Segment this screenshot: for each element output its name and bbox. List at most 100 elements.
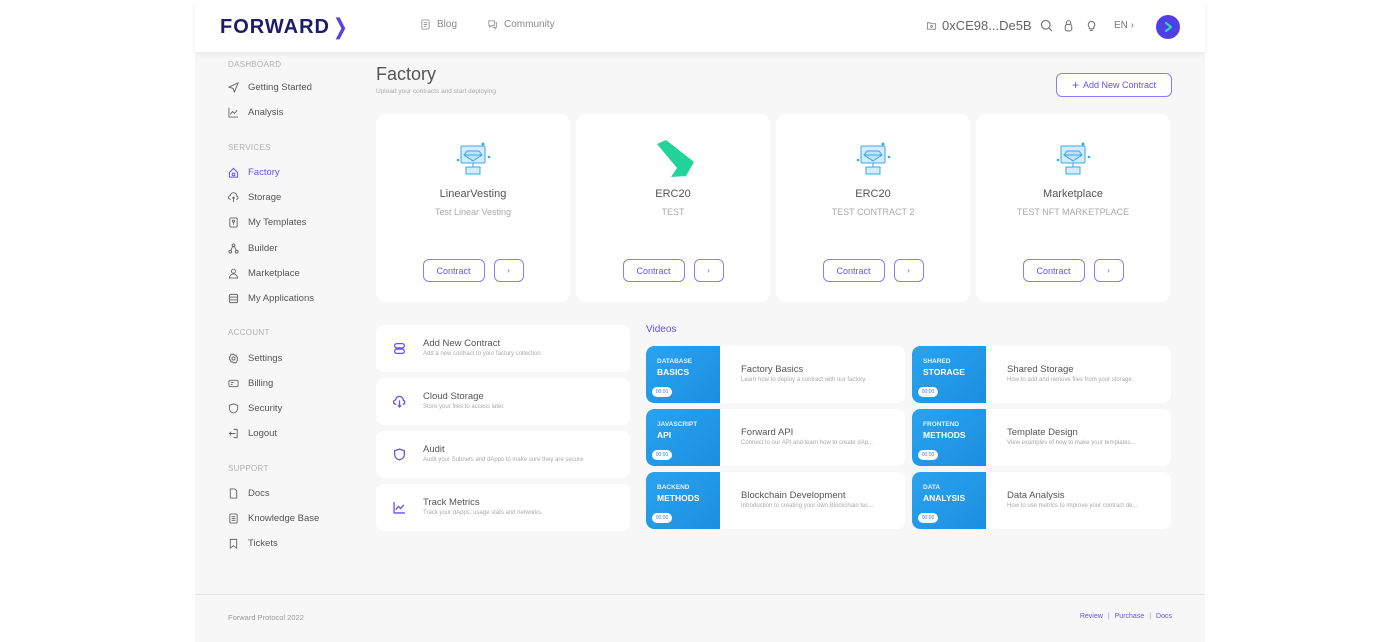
diamond-monitor-icon bbox=[456, 142, 491, 175]
quick-action-audit[interactable]: Audit Audit your Subnets and dApps to ma… bbox=[376, 431, 630, 478]
sidebar-section-dashboard: DASHBOARD bbox=[228, 60, 282, 69]
quick-action-track-metrics[interactable]: Track Metrics Track your dApps, usage st… bbox=[376, 484, 630, 531]
chevron-right-icon bbox=[1164, 21, 1173, 33]
thumb-top-text: FRONTEND bbox=[923, 421, 960, 428]
nav-community[interactable]: Community bbox=[487, 19, 555, 30]
video-description: Learn how to deploy a contract with our … bbox=[741, 377, 867, 383]
nav-blog[interactable]: Blog bbox=[420, 19, 457, 30]
language-selector[interactable]: EN › bbox=[1114, 20, 1134, 31]
contract-button[interactable]: Contract bbox=[622, 259, 685, 282]
video-item[interactable]: BACKEND METHODS 00:00 Blockchain Develop… bbox=[646, 472, 905, 529]
quick-action-add-new-contract[interactable]: Add New Contract Add a new contract to y… bbox=[376, 325, 630, 372]
sidebar-item-settings[interactable]: Settings bbox=[228, 345, 368, 370]
sidebar-item-label: Getting Started bbox=[248, 82, 312, 94]
contract-card[interactable]: ERC20 TEST CONTRACT 2 Contract › bbox=[776, 114, 970, 302]
video-duration: 00:00 bbox=[918, 450, 938, 460]
video-thumbnail[interactable]: DATABASE BASICS 00:00 bbox=[646, 346, 720, 403]
video-item[interactable]: DATABASE BASICS 00:00 Factory Basics Lea… bbox=[646, 346, 905, 403]
quick-action-cloud-storage[interactable]: Cloud Storage Store your files to access… bbox=[376, 378, 630, 425]
sidebar: DASHBOARD Getting Started Analysis SERVI… bbox=[228, 60, 368, 556]
sidebar-item-label: Marketplace bbox=[248, 267, 300, 279]
video-thumbnail[interactable]: DATA ANALYSIS 00:00 bbox=[912, 472, 986, 529]
contract-button[interactable]: Contract bbox=[422, 259, 485, 282]
sidebar-item-factory[interactable]: Factory bbox=[228, 160, 368, 185]
video-item[interactable]: SHARED STORAGE 00:00 Shared Storage How … bbox=[912, 346, 1171, 403]
contract-description: TEST bbox=[661, 207, 685, 217]
sidebar-item-billing[interactable]: Billing bbox=[228, 371, 368, 396]
bookmark-icon bbox=[229, 539, 238, 550]
thumb-top-text: BACKEND bbox=[657, 484, 690, 491]
add-new-contract-button[interactable]: + Add New Contract bbox=[1056, 73, 1172, 97]
open-contract-arrow-button[interactable]: › bbox=[693, 259, 724, 282]
logo[interactable]: FORWARD ❯ bbox=[220, 14, 350, 40]
quick-action-description: Track your dApps, usage stats and networ… bbox=[423, 510, 543, 516]
sidebar-item-storage[interactable]: Storage bbox=[228, 185, 368, 210]
sidebar-item-logout[interactable]: Logout bbox=[228, 421, 368, 446]
footer-divider bbox=[195, 594, 1205, 595]
thumb-main-text: STORAGE bbox=[923, 367, 965, 377]
logout-icon bbox=[228, 429, 238, 439]
sidebar-item-tickets[interactable]: Tickets bbox=[228, 531, 368, 556]
chat-icon bbox=[488, 20, 498, 30]
footer-link-review[interactable]: Review bbox=[1080, 613, 1103, 620]
sidebar-item-marketplace[interactable]: Marketplace bbox=[228, 261, 368, 286]
upload-cloud-icon bbox=[228, 192, 239, 203]
video-thumbnail[interactable]: FRONTEND METHODS 00:00 bbox=[912, 409, 986, 466]
video-thumbnail[interactable]: SHARED STORAGE 00:00 bbox=[912, 346, 986, 403]
lock-icon[interactable] bbox=[1062, 19, 1075, 32]
contract-card[interactable]: ERC20 TEST Contract › bbox=[576, 114, 770, 302]
search-icon[interactable] bbox=[1040, 19, 1053, 32]
sidebar-item-label: Tickets bbox=[248, 538, 278, 550]
video-item[interactable]: FRONTEND METHODS 00:00 Template Design V… bbox=[912, 409, 1171, 466]
lightbulb-icon[interactable] bbox=[1085, 19, 1098, 32]
cloud-download-icon bbox=[393, 395, 406, 408]
sidebar-item-docs[interactable]: Docs bbox=[228, 481, 368, 506]
quick-action-description: Audit your Subnets and dApps to make sur… bbox=[423, 457, 584, 463]
send-icon bbox=[228, 82, 239, 94]
sidebar-item-knowledge-base[interactable]: Knowledge Base bbox=[228, 506, 368, 531]
sidebar-item-my-applications[interactable]: My Applications bbox=[228, 286, 368, 311]
sidebar-item-getting-started[interactable]: Getting Started bbox=[228, 75, 368, 100]
quick-action-description: Store your files to access later. bbox=[423, 404, 505, 410]
open-contract-arrow-button[interactable]: › bbox=[893, 259, 924, 282]
sidebar-item-my-templates[interactable]: My Templates bbox=[228, 210, 368, 235]
doc-icon bbox=[229, 488, 238, 499]
wallet-address-text: 0xCE98...De5B bbox=[942, 18, 1032, 33]
thumb-main-text: API bbox=[657, 430, 672, 440]
open-contract-arrow-button[interactable]: › bbox=[1093, 259, 1124, 282]
avatar[interactable] bbox=[1156, 15, 1180, 39]
video-item[interactable]: DATA ANALYSIS 00:00 Data Analysis How to… bbox=[912, 472, 1171, 529]
video-title: Shared Storage bbox=[1007, 364, 1074, 375]
video-duration: 00:00 bbox=[652, 387, 672, 397]
contract-button[interactable]: Contract bbox=[822, 259, 885, 282]
contract-button[interactable]: Contract bbox=[1022, 259, 1085, 282]
contract-name: ERC20 bbox=[655, 188, 691, 200]
thumb-main-text: METHODS bbox=[657, 493, 700, 503]
sidebar-item-analysis[interactable]: Analysis bbox=[228, 100, 368, 125]
add-new-contract-label: Add New Contract bbox=[1082, 80, 1157, 90]
contract-card[interactable]: LinearVesting Test Linear Vesting Contra… bbox=[376, 114, 570, 302]
sidebar-section-services: SERVICES bbox=[228, 142, 271, 152]
footer-link-purchase[interactable]: Purchase bbox=[1115, 613, 1145, 620]
video-description: View examples of how to make your templa… bbox=[1007, 440, 1136, 446]
green-chevron-logo-icon bbox=[657, 140, 694, 177]
video-thumbnail[interactable]: JAVASCRIPT API 00:00 bbox=[646, 409, 720, 466]
sidebar-item-builder[interactable]: Builder bbox=[228, 235, 368, 260]
stack-icon bbox=[393, 342, 406, 355]
logo-chevron-icon: ❯ bbox=[332, 14, 349, 39]
thumb-main-text: ANALYSIS bbox=[923, 493, 966, 503]
page-subtitle: Upload your contracts and start deployin… bbox=[376, 88, 496, 95]
footer-link-docs[interactable]: Docs bbox=[1156, 613, 1172, 620]
video-item[interactable]: JAVASCRIPT API 00:00 Forward API Connect… bbox=[646, 409, 905, 466]
wallet-address[interactable]: 0xCE98...De5B bbox=[926, 18, 1032, 33]
sidebar-item-label: Knowledge Base bbox=[248, 513, 320, 524]
footer-copyright: Forward Protocol 2022 bbox=[228, 613, 304, 622]
open-contract-arrow-button[interactable]: › bbox=[493, 259, 524, 282]
shield-icon bbox=[393, 448, 406, 461]
video-thumbnail[interactable]: BACKEND METHODS 00:00 bbox=[646, 472, 720, 529]
sidebar-item-security[interactable]: Security bbox=[228, 396, 368, 421]
sidebar-item-label: Analysis bbox=[248, 107, 284, 119]
contract-card[interactable]: Marketplace TEST NFT MARKETPLACE Contrac… bbox=[976, 114, 1170, 302]
sidebar-item-label: Docs bbox=[248, 487, 270, 499]
sidebar-section-support: SUPPORT bbox=[228, 463, 269, 473]
